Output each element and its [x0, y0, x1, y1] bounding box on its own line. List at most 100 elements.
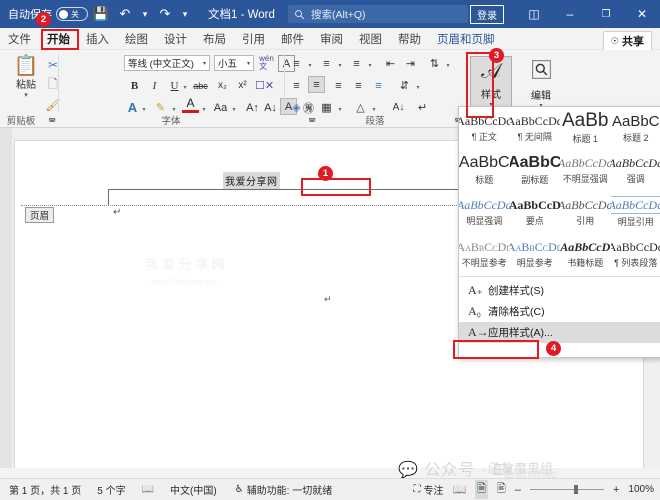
line-spacing-chevron-down-icon[interactable]: ▾ [414, 79, 422, 96]
zoom-slider[interactable] [529, 485, 604, 494]
multilevel-chevron-down-icon[interactable]: ▾ [366, 57, 374, 74]
bullet-list-icon[interactable]: ≡ [288, 55, 305, 72]
style-item-no-spacing[interactable]: AaBbCcDd ¶ 无间隔 [510, 107, 561, 149]
style-preview: AaBbC [459, 154, 510, 171]
superscript-button[interactable]: x² [234, 77, 251, 94]
style-item-intense-reference[interactable]: AaBbCcDd 明显参考 [510, 233, 561, 275]
decrease-indent-icon[interactable]: ⇤ [382, 55, 399, 72]
style-item-list-paragraph[interactable]: AaBbCcDd ¶ 列表段落 [611, 233, 660, 275]
style-item-heading-2[interactable]: AaBbC 标题 2 [611, 107, 660, 149]
restore-button[interactable]: ❐ [588, 0, 624, 28]
style-item-strong[interactable]: AaBbCcD 要点 [510, 191, 561, 233]
sort-icon[interactable]: ⇅ [426, 55, 443, 72]
save-icon[interactable]: 💾 [90, 3, 112, 25]
font-size-chevron-down-icon[interactable]: ▾ [247, 60, 253, 67]
font-size-value: 小五 [218, 59, 238, 70]
tab-references[interactable]: 引用 [234, 29, 273, 49]
style-item-quote[interactable]: AaBbCcDd 引用 [560, 191, 611, 233]
numbering-chevron-down-icon[interactable]: ▾ [336, 57, 344, 74]
group-label-font: 字体 [161, 116, 181, 127]
close-button[interactable]: ✕ [624, 0, 660, 28]
tab-mailings[interactable]: 邮件 [273, 29, 312, 49]
justify-icon[interactable]: ≡ [350, 77, 367, 94]
word-count[interactable]: 5 个字 [97, 482, 125, 497]
style-item-title[interactable]: AaBbC 标题 [459, 149, 510, 191]
read-mode-icon[interactable]: 📖 [452, 483, 466, 496]
underline-chevron-down-icon[interactable]: ▾ [181, 79, 189, 96]
menu-item-clear-formatting[interactable]: A₀ 清除格式(C) [459, 301, 660, 322]
tab-layout[interactable]: 布局 [195, 29, 234, 49]
font-size-input[interactable]: 小五 ▾ [214, 55, 254, 71]
menu-item-create-style[interactable]: A₊ 创建样式(S) [459, 280, 660, 301]
tab-design[interactable]: 设计 [156, 29, 195, 49]
share-button[interactable]: ☉ 共享 [602, 31, 652, 51]
font-name-input[interactable]: 等线 (中文正文) ▾ [124, 55, 210, 71]
paste-chevron-down-icon[interactable]: ▾ [8, 91, 44, 99]
distribute-icon[interactable]: ≡ [370, 77, 387, 94]
align-right-icon[interactable]: ≡ [330, 77, 347, 94]
separator-1 [58, 54, 59, 111]
group-font: 等线 (中文正文) ▾ 小五 ▾ wén 文 A B I U ▾ abc x₂ x… [60, 50, 316, 128]
numbered-list-icon[interactable]: ≡ [318, 55, 335, 72]
clear-formatting-icon[interactable]: ☐✕ [255, 77, 274, 94]
style-item-subtitle[interactable]: AaBbC 副标题 [510, 149, 561, 191]
subscript-button[interactable]: x₂ [214, 77, 231, 94]
increase-indent-icon[interactable]: ⇥ [402, 55, 419, 72]
style-item-subtle-emphasis[interactable]: AaBbCcDd 不明显强调 [560, 149, 611, 191]
signin-button[interactable]: 登录 [470, 4, 504, 24]
font-name-chevron-down-icon[interactable]: ▾ [203, 60, 209, 67]
tab-review[interactable]: 审阅 [312, 29, 351, 49]
minimize-button[interactable]: – [552, 0, 588, 28]
autosave-toggle[interactable]: 关 [56, 7, 88, 21]
print-layout-icon[interactable]: 🗎 [475, 480, 488, 499]
redo-icon[interactable]: ↷ [154, 3, 176, 25]
style-name: ¶ 无间隔 [517, 132, 552, 142]
style-item-heading-1[interactable]: AaBb 标题 1 [560, 107, 611, 149]
proofing-errors-icon[interactable]: 📖 [142, 484, 154, 495]
header-text[interactable]: 我爱分享网 [223, 172, 280, 189]
zoom-slider-thumb[interactable] [573, 485, 578, 494]
bold-button[interactable]: B [126, 77, 143, 94]
watermark-line-1: 我 爱 分 享 网 [145, 257, 225, 272]
accessibility-status[interactable]: ♿ 辅助功能: 一切就绪 [235, 482, 333, 497]
style-item-intense-emphasis[interactable]: AaBbCcDd 明显强调 [459, 191, 510, 233]
create-style-icon: A₊ [468, 283, 483, 297]
paste-label: 粘贴 [16, 80, 36, 91]
font-color-icon[interactable]: A [182, 96, 199, 113]
zoom-out-button[interactable]: – [515, 484, 521, 496]
undo-icon[interactable]: ↶ [114, 3, 136, 25]
align-center-icon[interactable]: ≡ [308, 76, 325, 93]
bullets-chevron-down-icon[interactable]: ▾ [306, 57, 314, 74]
zoom-in-button[interactable]: + [613, 484, 619, 496]
strikethrough-button[interactable]: abc [192, 77, 209, 94]
ribbon-display-options-icon[interactable]: ◫ [516, 0, 552, 28]
search-box[interactable]: 搜索(Alt+Q) [288, 5, 468, 23]
tab-view[interactable]: 视图 [351, 29, 390, 49]
quick-access-more-icon[interactable]: ▾ [178, 3, 192, 25]
line-spacing-icon[interactable]: ⇵ [396, 77, 413, 94]
title-bar: 自动保存 关 💾 ↶ ▾ ↷ ▾ 文档1 - Word 搜索(Alt+Q) 登录… [0, 0, 660, 28]
align-left-icon[interactable]: ≡ [288, 77, 305, 94]
style-item-subtle-reference[interactable]: AaBbCcDd 不明显参考 [459, 233, 510, 275]
style-item-intense-quote[interactable]: AaBbCcDd 明显引用 [610, 191, 660, 233]
undo-chevron-down-icon[interactable]: ▾ [138, 3, 152, 25]
tab-file[interactable]: 文件 [0, 29, 39, 49]
multilevel-list-icon[interactable]: ≡ [348, 55, 365, 72]
clipboard-dialog-launcher[interactable]: ◚ [48, 117, 56, 126]
tab-insert[interactable]: 插入 [78, 29, 117, 49]
zoom-level[interactable]: 100% [628, 484, 654, 495]
tab-header-footer[interactable]: 页眉和页脚 [429, 29, 503, 49]
page-count[interactable]: 第 1 页，共 1 页 [9, 482, 81, 497]
language-indicator[interactable]: 中文(中国) [170, 482, 217, 497]
style-item-emphasis[interactable]: AaBbCcDd 强调 [611, 149, 660, 191]
sort-chevron-down-icon[interactable]: ▾ [444, 57, 452, 74]
asian-layout-icon[interactable]: wén 文 [258, 54, 275, 71]
web-layout-icon[interactable]: 🖹 [497, 480, 506, 499]
paste-button[interactable]: 📋 粘贴 ▾ [8, 56, 44, 99]
styles-gallery-dropdown[interactable]: AaBbCcDd ¶ 正文 AaBbCcDd ¶ 无间隔 AaBb 标题 1 A… [458, 106, 660, 358]
focus-mode-button[interactable]: ⛶ 专注 [413, 482, 443, 497]
style-item-book-title[interactable]: AaBbCcD 书籍标题 [560, 233, 611, 275]
tab-help[interactable]: 帮助 [390, 29, 429, 49]
tab-draw[interactable]: 绘图 [117, 29, 156, 49]
italic-button[interactable]: I [146, 77, 163, 94]
